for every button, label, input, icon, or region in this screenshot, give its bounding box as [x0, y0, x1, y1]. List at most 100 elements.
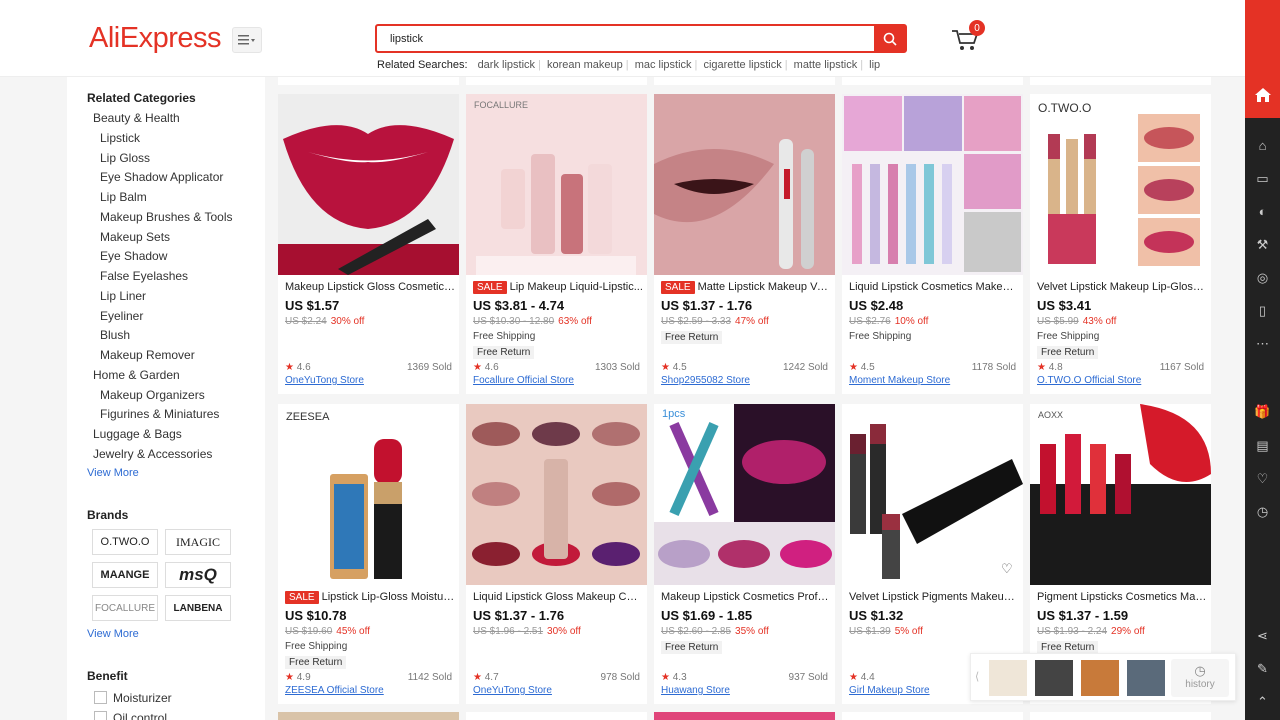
category-link-sub[interactable]: Eye Shadow Applicator — [100, 170, 223, 184]
brand-msq[interactable]: msQ — [165, 562, 231, 588]
history-thumbnail[interactable] — [1035, 660, 1073, 696]
product-image[interactable] — [278, 94, 459, 275]
search-input[interactable] — [377, 26, 875, 51]
category-link-sub[interactable]: Makeup Brushes & Tools — [100, 210, 233, 224]
product-title[interactable]: Pigment Lipsticks Cosmetics Make... — [1037, 591, 1207, 603]
category-link-sub[interactable]: Lip Balm — [100, 190, 147, 204]
related-search-link[interactable]: korean makeup — [547, 59, 623, 71]
cosmetics-icon[interactable]: ◐ — [1253, 202, 1272, 221]
chevron-left-icon[interactable]: ⟨ — [975, 670, 979, 683]
home-icon[interactable] — [1253, 85, 1272, 104]
product-card[interactable]: Liquid Lipstick Cosmetics Makeup ... US … — [842, 94, 1023, 394]
store-link[interactable]: O.TWO.O Official Store — [1037, 375, 1141, 386]
category-link-sub[interactable]: Lip Gloss — [100, 151, 150, 165]
product-image[interactable]: AOXX — [1030, 404, 1211, 585]
product-image[interactable] — [654, 94, 835, 275]
categories-view-more-link[interactable]: View More — [87, 467, 139, 479]
category-link-sub[interactable]: Makeup Organizers — [100, 388, 205, 402]
monitor-icon[interactable]: ▭ — [1253, 169, 1272, 188]
category-link-top[interactable]: Luggage & Bags — [93, 427, 182, 441]
product-title[interactable]: Velvet Lipstick Makeup Lip-Gloss ... — [1037, 281, 1207, 293]
product-title[interactable]: Liquid Lipstick Gloss Makeup Cos... — [473, 591, 643, 603]
product-image[interactable] — [842, 94, 1023, 275]
category-link-sub[interactable]: Lipstick — [100, 131, 140, 145]
related-search-link[interactable]: cigarette lipstick — [703, 59, 781, 71]
product-card[interactable]: ZEESEA SALE Lipstick Lip-Gloss Moistur...… — [278, 404, 459, 704]
product-card[interactable]: Makeup Lipstick Gloss Cosmetics L... US … — [278, 94, 459, 394]
store-link[interactable]: OneYuTong Store — [473, 685, 552, 696]
brand-maange[interactable]: MAANGE — [92, 562, 158, 588]
history-thumbnail[interactable] — [1127, 660, 1165, 696]
category-link-top[interactable]: Jewelry & Accessories — [93, 447, 212, 461]
product-image[interactable]: ♡ — [842, 404, 1023, 585]
tools-icon[interactable]: ⚒ — [1253, 235, 1272, 254]
brand-otwoo[interactable]: O.TWO.O — [92, 529, 158, 555]
brands-view-more-link[interactable]: View More — [87, 628, 139, 640]
history-thumbnail[interactable] — [989, 660, 1027, 696]
product-title[interactable]: SALE Lip Makeup Liquid-Lipstic... — [473, 281, 643, 294]
category-link-top[interactable]: Beauty & Health — [93, 111, 180, 125]
category-link-sub[interactable]: Figurines & Miniatures — [100, 407, 219, 421]
history-button[interactable]: ◷ history — [1171, 659, 1229, 697]
product-card[interactable]: FOCALLURE SALE Lip Makeup Liquid-Lipstic.… — [466, 94, 647, 394]
aliexpress-logo[interactable]: AliExpress — [89, 22, 222, 55]
product-card[interactable]: SALE Matte Lipstick Makeup Vel... US $1.3… — [654, 94, 835, 394]
product-image[interactable]: 1pcs — [654, 404, 835, 585]
share-icon[interactable]: ⋖ — [1253, 626, 1272, 645]
gift-icon[interactable]: 🎁 — [1253, 402, 1272, 421]
product-title[interactable]: SALE Lipstick Lip-Gloss Moistur... — [285, 591, 455, 604]
category-link-sub[interactable]: Eyeliner — [100, 309, 143, 323]
related-search-link[interactable]: matte lipstick — [794, 59, 858, 71]
product-sold-count: 978 Sold — [600, 672, 640, 683]
category-link-top[interactable]: Home & Garden — [93, 368, 180, 382]
search-button[interactable] — [874, 26, 905, 51]
product-image[interactable]: O.TWO.O — [1030, 94, 1211, 275]
product-card[interactable]: O.TWO.O Velvet Lipstick Makeup Lip-Gloss… — [1030, 94, 1211, 394]
brand-imagic[interactable]: IMAGIC — [165, 529, 231, 555]
clock-icon[interactable]: ◷ — [1253, 502, 1272, 521]
product-image[interactable]: ZEESEA — [278, 404, 459, 585]
heart-icon[interactable]: ♡ — [1253, 469, 1272, 488]
store-link[interactable]: Moment Makeup Store — [849, 375, 950, 386]
category-link-sub[interactable]: Eye Shadow — [100, 249, 167, 263]
product-title[interactable]: Makeup Lipstick Gloss Cosmetics L... — [285, 281, 455, 293]
product-old-price: US $2.76 10% off — [849, 316, 929, 327]
product-image[interactable] — [466, 404, 647, 585]
product-card[interactable]: 1pcs Makeup Lipstick Cosmetics Profes...… — [654, 404, 835, 704]
more-icon[interactable]: ⋯ — [1253, 334, 1272, 353]
back-to-top-icon[interactable]: ⌃ — [1253, 692, 1272, 711]
category-link-sub[interactable]: Makeup Sets — [100, 230, 170, 244]
category-link-sub[interactable]: Makeup Remover — [100, 348, 195, 362]
brand-focallure[interactable]: FOCALLURE — [92, 595, 158, 621]
heart-icon[interactable]: ♡ — [1001, 561, 1013, 577]
ball-icon[interactable]: ◎ — [1253, 268, 1272, 287]
history-thumbnail[interactable] — [1081, 660, 1119, 696]
product-title[interactable]: Velvet Lipstick Pigments Makeup ... — [849, 591, 1019, 603]
product-card[interactable]: Liquid Lipstick Gloss Makeup Cos... US $… — [466, 404, 647, 704]
store-link[interactable]: Huawang Store — [661, 685, 730, 696]
oil-control-checkbox[interactable] — [94, 711, 107, 720]
related-search-link[interactable]: mac lipstick — [635, 59, 692, 71]
category-link-sub[interactable]: False Eyelashes — [100, 269, 188, 283]
menu-icon — [238, 35, 255, 45]
store-link[interactable]: ZEESEA Official Store — [285, 685, 384, 696]
store-link[interactable]: Shop2955082 Store — [661, 375, 750, 386]
category-link-sub[interactable]: Blush — [100, 328, 130, 342]
coupon-icon[interactable]: ▤ — [1253, 436, 1272, 455]
edit-icon[interactable]: ✎ — [1253, 659, 1272, 678]
bottle-icon[interactable]: ▯ — [1253, 301, 1272, 320]
product-title[interactable]: SALE Matte Lipstick Makeup Vel... — [661, 281, 831, 294]
category-link-sub[interactable]: Lip Liner — [100, 289, 146, 303]
moisturizer-checkbox[interactable] — [94, 691, 107, 704]
store-link[interactable]: Girl Makeup Store — [849, 685, 930, 696]
product-image[interactable]: FOCALLURE — [466, 94, 647, 275]
store-link[interactable]: Focallure Official Store — [473, 375, 574, 386]
related-search-link[interactable]: dark lipstick — [478, 59, 535, 71]
store-link[interactable]: OneYuTong Store — [285, 375, 364, 386]
cloche-icon[interactable]: ⌂ — [1253, 136, 1272, 155]
product-title[interactable]: Liquid Lipstick Cosmetics Makeup ... — [849, 281, 1019, 293]
related-search-link[interactable]: lip — [869, 59, 880, 71]
brand-lanbena[interactable]: LANBENA — [165, 595, 231, 621]
category-menu-button[interactable] — [232, 27, 262, 53]
product-title[interactable]: Makeup Lipstick Cosmetics Profes... — [661, 591, 831, 603]
